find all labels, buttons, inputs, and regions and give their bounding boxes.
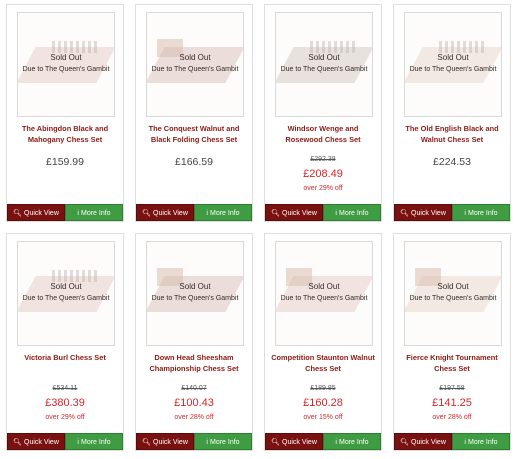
sold-out-label: Sold Out [179, 282, 211, 291]
product-title[interactable]: The Old English Black and Walnut Chess S… [400, 123, 504, 147]
sold-out-reason: Due to The Queen's Gambit [22, 66, 110, 73]
original-price: £534.11 [52, 385, 78, 392]
product-card: Sold Out Due to The Queen's Gambit Compe… [264, 233, 382, 451]
product-image[interactable]: Sold Out Due to The Queen's Gambit [275, 241, 373, 346]
product-title[interactable]: The Conquest Walnut and Black Folding Ch… [142, 123, 246, 147]
more-info-button[interactable]: i More Info [65, 433, 123, 450]
sold-out-reason: Due to The Queen's Gambit [409, 295, 497, 302]
product-image[interactable]: Sold Out Due to The Queen's Gambit [17, 241, 115, 346]
search-icon: 🔍︎ [142, 210, 151, 217]
sale-price: £160.28 [303, 397, 343, 409]
product-image[interactable]: Sold Out Due to The Queen's Gambit [275, 12, 373, 117]
sale-price: £141.25 [432, 397, 472, 409]
sold-out-label: Sold Out [179, 53, 211, 62]
more-info-button[interactable]: i More Info [194, 204, 252, 221]
product-image[interactable]: Sold Out Due to The Queen's Gambit [404, 241, 502, 346]
sold-out-reason: Due to The Queen's Gambit [280, 295, 368, 302]
info-icon: i [464, 210, 466, 217]
search-icon: 🔍︎ [13, 210, 22, 217]
more-info-button[interactable]: i More Info [323, 433, 381, 450]
product-title[interactable]: Windsor Wenge and Rosewood Chess Set [271, 123, 375, 147]
quick-view-button[interactable]: 🔍︎ Quick View [7, 433, 65, 450]
original-price: £292.38 [310, 156, 336, 163]
quick-view-button[interactable]: 🔍︎ Quick View [394, 433, 452, 450]
product-image[interactable]: Sold Out Due to The Queen's Gambit [17, 12, 115, 117]
product-image[interactable]: Sold Out Due to The Queen's Gambit [146, 12, 244, 117]
discount-label: over 29% off [303, 185, 343, 192]
more-info-button[interactable]: i More Info [452, 433, 510, 450]
sold-out-label: Sold Out [308, 53, 340, 62]
sale-price: £100.43 [174, 397, 214, 409]
more-info-button[interactable]: i More Info [323, 204, 381, 221]
info-icon: i [77, 439, 79, 446]
sale-price: £380.39 [45, 397, 85, 409]
sold-out-label: Sold Out [50, 53, 82, 62]
quick-view-button[interactable]: 🔍︎ Quick View [136, 433, 194, 450]
original-price: £189.85 [310, 385, 336, 392]
more-info-button[interactable]: i More Info [452, 204, 510, 221]
sale-price: £208.49 [303, 168, 343, 180]
quick-view-button[interactable]: 🔍︎ Quick View [7, 204, 65, 221]
product-grid: Sold Out Due to The Queen's Gambit The A… [0, 0, 517, 459]
quick-view-button[interactable]: 🔍︎ Quick View [265, 204, 323, 221]
search-icon: 🔍︎ [400, 210, 409, 217]
original-price: £197.58 [439, 385, 465, 392]
more-info-button[interactable]: i More Info [194, 433, 252, 450]
product-price: £159.99 [46, 156, 84, 168]
quick-view-button[interactable]: 🔍︎ Quick View [136, 204, 194, 221]
sold-out-reason: Due to The Queen's Gambit [151, 295, 239, 302]
search-icon: 🔍︎ [271, 439, 280, 446]
product-title[interactable]: Victoria Burl Chess Set [13, 352, 117, 376]
discount-label: over 15% off [303, 414, 343, 421]
product-price: £224.53 [433, 156, 471, 168]
info-icon: i [77, 210, 79, 217]
sold-out-label: Sold Out [437, 53, 469, 62]
sold-out-reason: Due to The Queen's Gambit [151, 66, 239, 73]
discount-label: over 28% off [432, 414, 472, 421]
quick-view-button[interactable]: 🔍︎ Quick View [394, 204, 452, 221]
product-card: Sold Out Due to The Queen's Gambit Winds… [264, 4, 382, 222]
search-icon: 🔍︎ [142, 439, 151, 446]
search-icon: 🔍︎ [13, 439, 22, 446]
sold-out-label: Sold Out [50, 282, 82, 291]
info-icon: i [335, 439, 337, 446]
discount-label: over 29% off [45, 414, 85, 421]
product-card: Sold Out Due to The Queen's Gambit The A… [6, 4, 124, 222]
sold-out-reason: Due to The Queen's Gambit [280, 66, 368, 73]
sold-out-label: Sold Out [437, 282, 469, 291]
info-icon: i [335, 210, 337, 217]
product-card: Sold Out Due to The Queen's Gambit The O… [393, 4, 511, 222]
search-icon: 🔍︎ [271, 210, 280, 217]
product-price: £166.59 [175, 156, 213, 168]
product-image[interactable]: Sold Out Due to The Queen's Gambit [146, 241, 244, 346]
discount-label: over 28% off [174, 414, 214, 421]
sold-out-reason: Due to The Queen's Gambit [22, 295, 110, 302]
product-title[interactable]: Fierce Knight Tournament Chess Set [400, 352, 504, 376]
info-icon: i [206, 210, 208, 217]
product-title[interactable]: Down Head Sheesham Championship Chess Se… [142, 352, 246, 376]
more-info-button[interactable]: i More Info [65, 204, 123, 221]
info-icon: i [464, 439, 466, 446]
search-icon: 🔍︎ [400, 439, 409, 446]
original-price: £140.07 [181, 385, 207, 392]
product-title[interactable]: The Abingdon Black and Mahogany Chess Se… [13, 123, 117, 147]
product-card: Sold Out Due to The Queen's Gambit Fierc… [393, 233, 511, 451]
product-card: Sold Out Due to The Queen's Gambit Victo… [6, 233, 124, 451]
quick-view-button[interactable]: 🔍︎ Quick View [265, 433, 323, 450]
sold-out-label: Sold Out [308, 282, 340, 291]
product-image[interactable]: Sold Out Due to The Queen's Gambit [404, 12, 502, 117]
info-icon: i [206, 439, 208, 446]
product-card: Sold Out Due to The Queen's Gambit Down … [135, 233, 253, 451]
product-title[interactable]: Competition Staunton Walnut Chess Set [271, 352, 375, 376]
sold-out-reason: Due to The Queen's Gambit [409, 66, 497, 73]
product-card: Sold Out Due to The Queen's Gambit The C… [135, 4, 253, 222]
